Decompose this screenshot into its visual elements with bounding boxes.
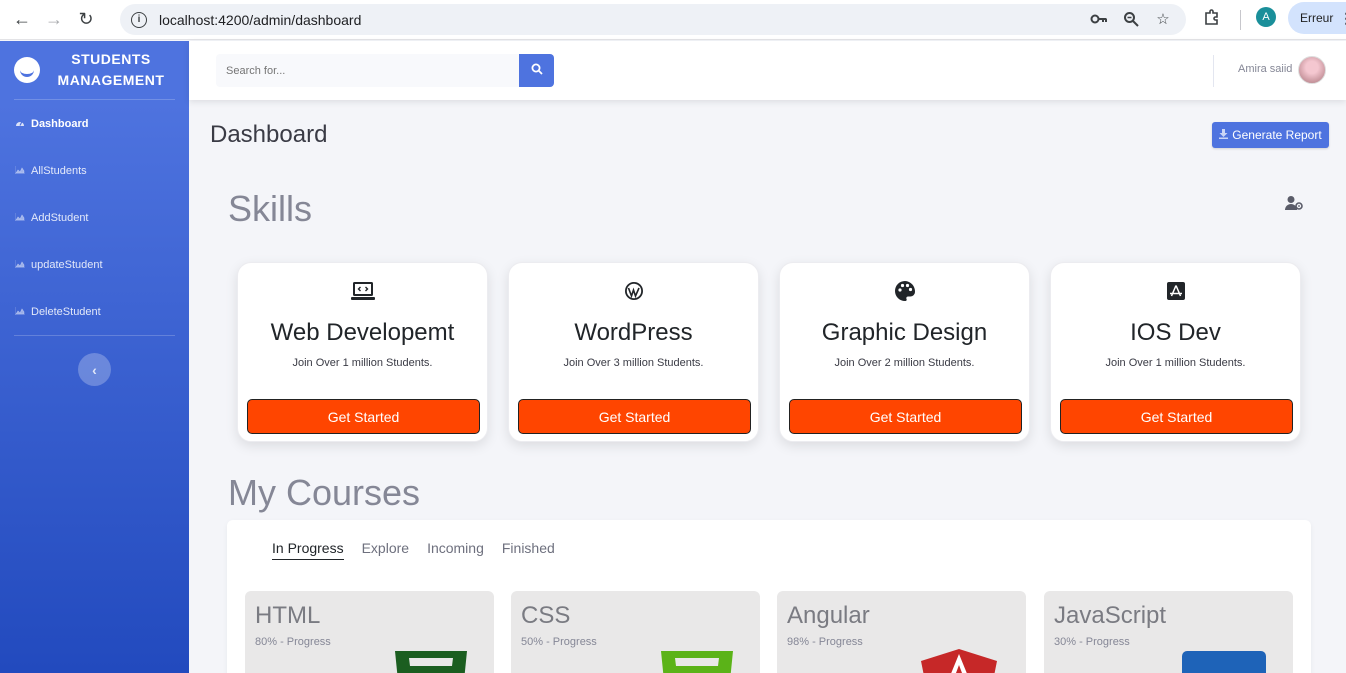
- zoom-icon[interactable]: [1122, 10, 1140, 28]
- tab-incoming[interactable]: Incoming: [427, 540, 484, 560]
- skill-title: Graphic Design: [821, 319, 988, 346]
- topbar-divider: [1213, 55, 1214, 87]
- skill-title: WordPress: [574, 319, 693, 346]
- profile-avatar[interactable]: A: [1256, 7, 1276, 27]
- sidebar-item-deletestudent[interactable]: DeleteStudent: [0, 288, 189, 335]
- get-started-button[interactable]: Get Started: [789, 399, 1022, 434]
- brand-line1: STUDENTS: [71, 51, 151, 67]
- skill-subtitle: Join Over 3 million Students.: [563, 357, 704, 369]
- chart-area-icon: [14, 306, 26, 317]
- chart-area-icon: [14, 212, 26, 223]
- skill-card-web: Web Developemt Join Over 1 million Stude…: [237, 262, 488, 442]
- sidebar-item-label: Dashboard: [31, 117, 89, 130]
- course-name: HTML: [255, 602, 321, 629]
- user-name[interactable]: Amira saiid: [1238, 63, 1292, 75]
- site-info-icon[interactable]: i: [131, 11, 147, 28]
- reload-icon[interactable]: ↻: [70, 4, 102, 36]
- url-text[interactable]: localhost:4200/admin/dashboard: [159, 12, 361, 28]
- page-title: Dashboard: [210, 121, 328, 148]
- chart-area-icon: [14, 259, 26, 270]
- palette-icon: [893, 280, 917, 302]
- sidebar-item-dashboard[interactable]: Dashboard: [0, 100, 189, 147]
- skill-title: Web Developemt: [270, 319, 455, 346]
- more-vert-icon[interactable]: ⋮: [1339, 10, 1346, 27]
- brand-line2: MANAGEMENT: [57, 72, 165, 88]
- skill-subtitle: Join Over 1 million Students.: [1105, 357, 1246, 369]
- brand-title: STUDENTS MANAGEMENT: [56, 49, 166, 91]
- course-progress: 50% - Progress: [521, 636, 597, 648]
- search-input[interactable]: [216, 54, 519, 87]
- sidebar-item-updatestudent[interactable]: updateStudent: [0, 241, 189, 288]
- course-progress: 30% - Progress: [1054, 636, 1130, 648]
- skill-subtitle: Join Over 2 million Students.: [834, 357, 975, 369]
- skills-heading: Skills: [228, 188, 313, 229]
- get-started-button[interactable]: Get Started: [247, 399, 480, 434]
- course-card-css[interactable]: CSS 50% - Progress: [511, 591, 760, 673]
- sidebar-item-allstudents[interactable]: AllStudents: [0, 147, 189, 194]
- course-tabs: In Progress Explore Incoming Finished: [272, 540, 555, 560]
- topbar: Amira saiid: [189, 41, 1346, 100]
- sidebar: STUDENTS MANAGEMENT Dashboard AllStudent…: [0, 41, 189, 673]
- skill-card-ios: IOS Dev Join Over 1 million Students. Ge…: [1050, 262, 1301, 442]
- tachometer-icon: [15, 118, 26, 129]
- sidebar-toggle-button[interactable]: ‹: [78, 353, 111, 386]
- sidebar-item-label: DeleteStudent: [31, 305, 101, 318]
- laptop-code-icon: [350, 280, 375, 302]
- sidebar-item-addstudent[interactable]: AddStudent: [0, 194, 189, 241]
- skill-card-graphic: Graphic Design Join Over 2 million Stude…: [779, 262, 1030, 442]
- html5-icon: [395, 651, 467, 673]
- error-label: Erreur: [1300, 11, 1334, 25]
- search-button[interactable]: [519, 54, 554, 87]
- skill-card-wordpress: WordPress Join Over 3 million Students. …: [508, 262, 759, 442]
- generate-report-label: Generate Report: [1232, 128, 1322, 142]
- key-icon[interactable]: [1090, 10, 1108, 28]
- course-progress: 80% - Progress: [255, 636, 331, 648]
- wordpress-icon: [622, 280, 646, 302]
- javascript-icon: [1182, 651, 1266, 673]
- course-name: JavaScript: [1054, 602, 1167, 629]
- skill-title: IOS Dev: [1130, 319, 1221, 346]
- tab-explore[interactable]: Explore: [362, 540, 409, 560]
- css3-icon: [661, 651, 733, 673]
- course-name: Angular: [787, 602, 870, 629]
- back-arrow-icon[interactable]: ←: [6, 4, 38, 36]
- course-card-html[interactable]: HTML 80% - Progress: [245, 591, 494, 673]
- sidebar-divider: [14, 335, 175, 336]
- course-card-angular[interactable]: Angular 98% - Progress: [777, 591, 1026, 673]
- chart-area-icon: [14, 165, 26, 176]
- search-icon: [531, 62, 543, 80]
- sidebar-item-label: updateStudent: [31, 258, 103, 271]
- browser-toolbar: ← → ↻ i localhost:4200/admin/dashboard ☆…: [0, 0, 1346, 40]
- user-cog-icon[interactable]: [1285, 195, 1303, 211]
- course-progress: 98% - Progress: [787, 636, 863, 648]
- address-bar[interactable]: i localhost:4200/admin/dashboard ☆: [120, 4, 1186, 35]
- bookmark-star-icon[interactable]: ☆: [1154, 10, 1172, 28]
- app-store-icon: [1164, 280, 1188, 302]
- download-icon: [1219, 128, 1229, 142]
- angular-icon: [921, 649, 997, 673]
- tab-finished[interactable]: Finished: [502, 540, 555, 560]
- brand[interactable]: STUDENTS MANAGEMENT: [0, 41, 189, 99]
- course-card-javascript[interactable]: JavaScript 30% - Progress: [1044, 591, 1293, 673]
- sidebar-item-label: AddStudent: [31, 211, 89, 224]
- skill-subtitle: Join Over 1 million Students.: [292, 357, 433, 369]
- toolbar-divider: [1240, 10, 1241, 30]
- laugh-wink-icon: [14, 57, 40, 83]
- generate-report-button[interactable]: Generate Report: [1212, 122, 1329, 148]
- sidebar-item-label: AllStudents: [31, 164, 87, 177]
- get-started-button[interactable]: Get Started: [518, 399, 751, 434]
- get-started-button[interactable]: Get Started: [1060, 399, 1293, 434]
- extensions-icon[interactable]: [1203, 8, 1223, 28]
- tab-in-progress[interactable]: In Progress: [272, 540, 344, 560]
- user-avatar[interactable]: [1298, 56, 1326, 84]
- forward-arrow-icon[interactable]: →: [38, 4, 70, 36]
- my-courses-heading: My Courses: [228, 472, 421, 513]
- chevron-left-icon: ‹: [92, 361, 97, 378]
- course-name: CSS: [521, 602, 571, 629]
- error-button[interactable]: Erreur ⋮: [1288, 2, 1346, 34]
